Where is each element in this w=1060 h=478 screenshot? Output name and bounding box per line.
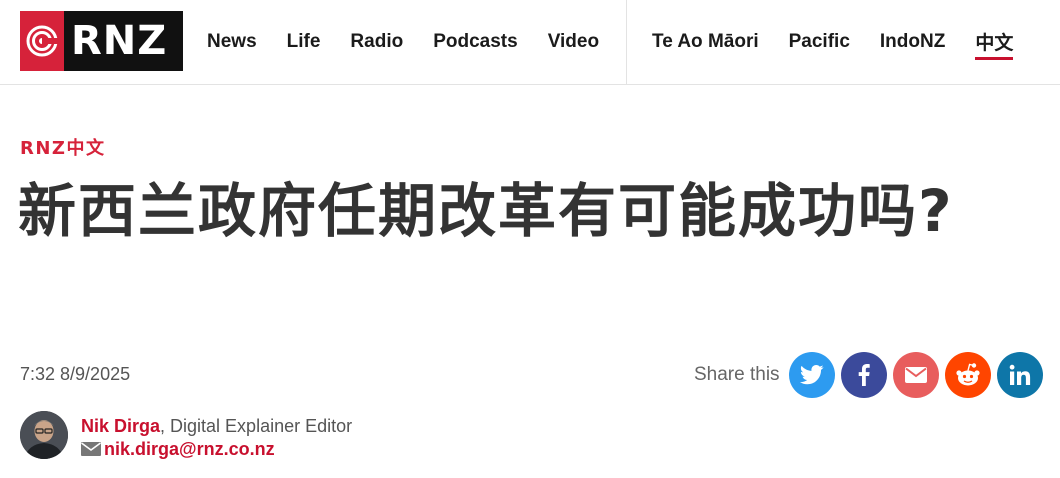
facebook-icon bbox=[858, 364, 870, 386]
logo-wordmark: RNZ bbox=[71, 18, 168, 64]
article-headline: 新西兰政府任期改革有可能成功吗? bbox=[18, 177, 954, 245]
nav-news[interactable]: News bbox=[207, 31, 257, 53]
author-avatar[interactable] bbox=[20, 411, 68, 459]
envelope-icon bbox=[81, 442, 101, 456]
linkedin-icon bbox=[1009, 364, 1031, 385]
article-timestamp: 7:32 8/9/2025 bbox=[20, 364, 131, 384]
share-linkedin-button[interactable] bbox=[997, 352, 1043, 398]
share-facebook-button[interactable] bbox=[841, 352, 887, 398]
author-byline: Nik Dirga, Digital Explainer Editor nik.… bbox=[20, 411, 352, 460]
author-role: , Digital Explainer Editor bbox=[160, 416, 353, 436]
nav-video[interactable]: Video bbox=[548, 31, 599, 53]
nav-chinese[interactable]: 中文 bbox=[975, 28, 1014, 60]
rnz-logo-mark-icon bbox=[20, 11, 64, 71]
nav-life[interactable]: Life bbox=[287, 31, 321, 53]
author-name-link[interactable]: Nik Dirga bbox=[81, 416, 160, 436]
share-label: Share this bbox=[694, 364, 780, 385]
share-reddit-button[interactable] bbox=[945, 352, 991, 398]
reddit-icon bbox=[956, 363, 980, 386]
nav-divider bbox=[626, 0, 627, 84]
rnz-logo[interactable]: RNZ bbox=[20, 11, 183, 71]
nav-radio[interactable]: Radio bbox=[350, 31, 403, 53]
nav-te-ao-maori[interactable]: Te Ao Māori bbox=[652, 31, 759, 53]
nav-podcasts[interactable]: Podcasts bbox=[433, 31, 517, 53]
secondary-nav: Te Ao Māori Pacific IndoNZ 中文 bbox=[652, 0, 1014, 84]
share-twitter-button[interactable] bbox=[789, 352, 835, 398]
nav-pacific[interactable]: Pacific bbox=[789, 31, 850, 53]
share-buttons bbox=[789, 352, 1049, 398]
author-email-link[interactable]: nik.dirga@rnz.co.nz bbox=[104, 438, 275, 460]
section-kicker[interactable]: RNZ中文 bbox=[20, 134, 105, 160]
twitter-icon bbox=[800, 365, 824, 385]
site-header: RNZ News Life Radio Podcasts Video Te Ao… bbox=[0, 0, 1060, 85]
nav-indonz[interactable]: IndoNZ bbox=[880, 31, 945, 53]
main-nav: News Life Radio Podcasts Video bbox=[207, 0, 629, 84]
mail-icon bbox=[905, 367, 927, 383]
share-email-button[interactable] bbox=[893, 352, 939, 398]
